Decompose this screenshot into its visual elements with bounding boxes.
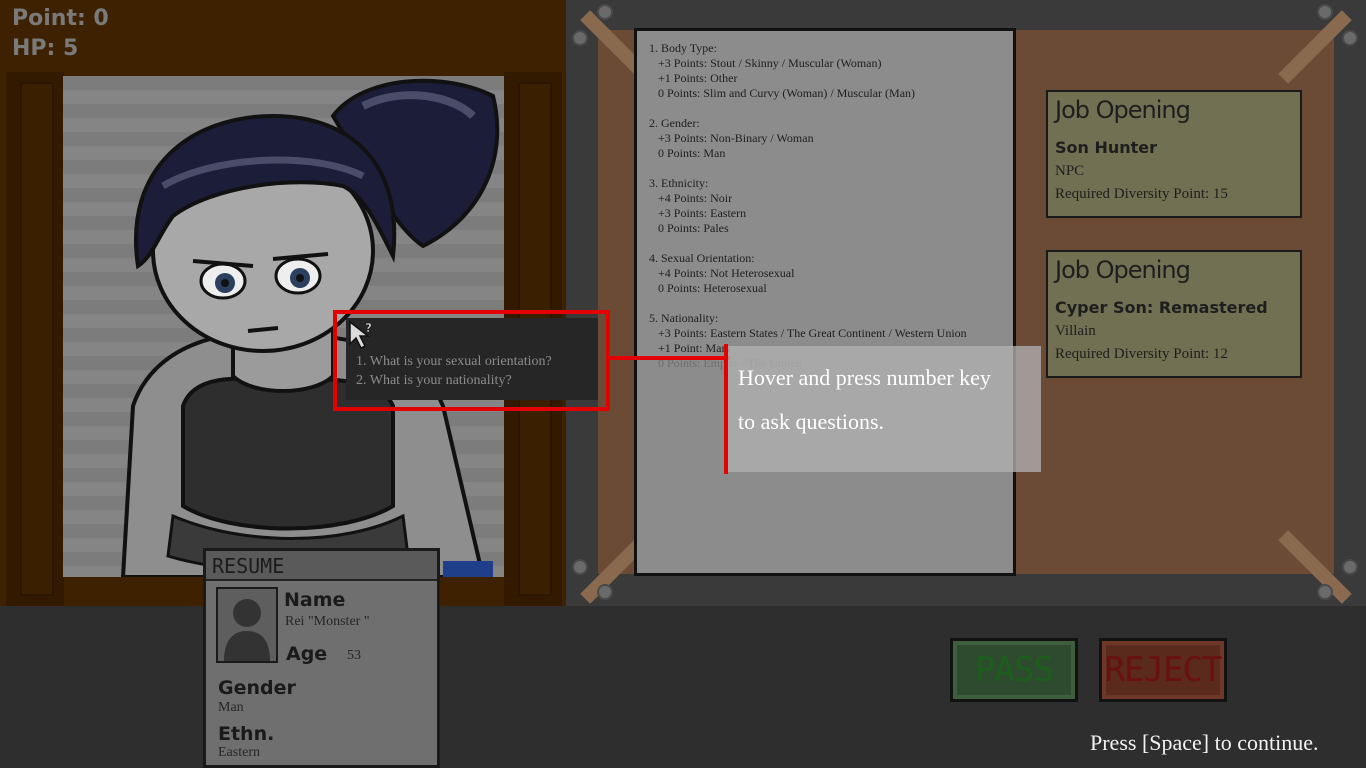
gender-label: Gender bbox=[218, 677, 296, 699]
rule-heading: 3. Ethnicity: bbox=[649, 176, 709, 190]
rule-heading: 2. Gender: bbox=[649, 116, 700, 130]
rule-body-type: 1. Body Type: +3 Points: Stout / Skinny … bbox=[649, 41, 1001, 101]
resume-header: RESUME bbox=[206, 551, 437, 581]
applicant-booth: Point: 0 HP: 5 bbox=[0, 0, 566, 606]
diversity-rules-sheet: 1. Body Type: +3 Points: Stout / Skinny … bbox=[634, 28, 1016, 576]
tutorial-hint-line: Hover and press number key bbox=[738, 365, 991, 390]
reject-button[interactable]: REJECT bbox=[1099, 638, 1227, 702]
rule-line: +4 Points: Noir bbox=[658, 191, 733, 205]
age-value: 53 bbox=[347, 648, 361, 663]
bolt-icon bbox=[1342, 559, 1358, 575]
rule-heading: 5. Nationality: bbox=[649, 311, 719, 325]
rule-line: +3 Points: Eastern States / The Great Co… bbox=[658, 326, 967, 340]
rule-line: +1 Points: Other bbox=[658, 71, 738, 85]
points-counter: Point: 0 bbox=[12, 6, 109, 31]
job-opening-heading: Job Opening bbox=[1055, 256, 1191, 284]
bolt-icon bbox=[572, 30, 588, 46]
hp-counter: HP: 5 bbox=[12, 36, 79, 61]
rule-line: +4 Points: Not Heterosexual bbox=[658, 266, 795, 280]
rule-ethnicity: 3. Ethnicity: +4 Points: Noir +3 Points:… bbox=[649, 176, 1001, 236]
tutorial-hint-box: Hover and press number key to ask questi… bbox=[727, 346, 1041, 472]
ethnicity-value: Eastern bbox=[218, 745, 260, 760]
tutorial-connector bbox=[610, 356, 730, 360]
bolt-icon bbox=[597, 4, 613, 20]
resume-card[interactable]: RESUME Name Rei "Monster " Age 53 Gender… bbox=[203, 548, 440, 768]
bolt-icon bbox=[1317, 584, 1333, 600]
job-role: Villain bbox=[1055, 323, 1096, 339]
bolt-icon bbox=[597, 584, 613, 600]
pass-button[interactable]: PASS bbox=[950, 638, 1078, 702]
rule-line: +3 Points: Stout / Skinny / Muscular (Wo… bbox=[658, 56, 882, 70]
booth-pillar-left bbox=[6, 72, 64, 606]
rule-line: 0 Points: Heterosexual bbox=[658, 281, 767, 295]
bolt-icon bbox=[1317, 4, 1333, 20]
name-label: Name bbox=[284, 589, 346, 611]
rule-gender: 2. Gender: +3 Points: Non-Binary / Woman… bbox=[649, 116, 1001, 161]
job-title: Cyper Son: Remastered bbox=[1055, 298, 1268, 317]
job-requirement: Required Diversity Point: 15 bbox=[1055, 186, 1228, 202]
job-title: Son Hunter bbox=[1055, 138, 1158, 157]
bolt-icon bbox=[572, 559, 588, 575]
job-opening-card[interactable]: Job Opening Cyper Son: Remastered Villai… bbox=[1046, 250, 1302, 378]
name-value: Rei "Monster " bbox=[285, 614, 370, 629]
gender-value: Man bbox=[218, 700, 244, 715]
job-role: NPC bbox=[1055, 163, 1085, 179]
rule-sexual-orientation: 4. Sexual Orientation: +4 Points: Not He… bbox=[649, 251, 1001, 296]
rule-line: +3 Points: Non-Binary / Woman bbox=[658, 131, 814, 145]
rule-line: 0 Points: Slim and Curvy (Woman) / Muscu… bbox=[658, 86, 916, 100]
tutorial-connector bbox=[724, 344, 728, 474]
ethnicity-label: Ethn. bbox=[218, 723, 275, 745]
rule-heading: 1. Body Type: bbox=[649, 41, 717, 55]
job-opening-card[interactable]: Job Opening Son Hunter NPC Required Dive… bbox=[1046, 90, 1302, 218]
rule-line: +3 Points: Eastern bbox=[658, 206, 747, 220]
tutorial-highlight-box bbox=[333, 310, 610, 411]
age-label: Age bbox=[286, 643, 328, 665]
rule-line: 0 Points: Man bbox=[658, 146, 726, 160]
rule-line: 0 Points: Pales bbox=[658, 221, 729, 235]
job-opening-heading: Job Opening bbox=[1055, 96, 1191, 124]
job-requirement: Required Diversity Point: 12 bbox=[1055, 346, 1228, 362]
bolt-icon bbox=[1342, 30, 1358, 46]
tutorial-hint-line: to ask questions. bbox=[738, 409, 885, 434]
avatar-silhouette-icon bbox=[216, 587, 278, 663]
rule-heading: 4. Sexual Orientation: bbox=[649, 251, 755, 265]
continue-prompt: Press [Space] to continue. bbox=[1090, 730, 1319, 755]
